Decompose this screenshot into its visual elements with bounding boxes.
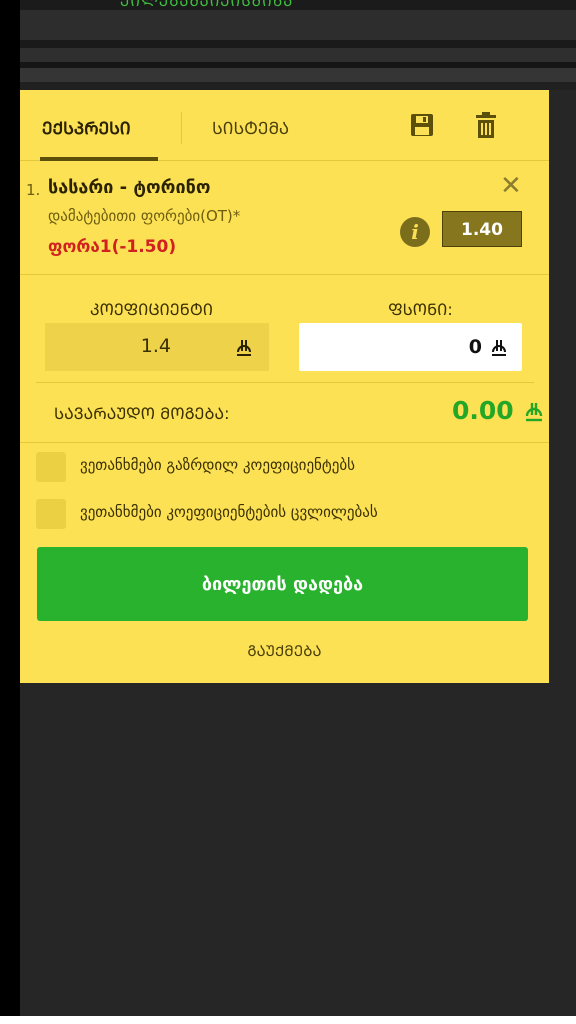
- bottom-edge-strip: [0, 1016, 576, 1024]
- cancel-button[interactable]: ᲒᲐᲣᲥᲛᲔᲑᲐ: [20, 641, 549, 661]
- info-icon[interactable]: i: [400, 217, 430, 247]
- coefficient-value: 1.4: [140, 335, 171, 357]
- possible-win-label: ᲡᲐᲕᲐᲠᲐᲣᲓᲝ ᲛᲝᲒᲔᲑᲐ:: [54, 404, 230, 423]
- stake-label: ᲤᲡᲝᲜᲘ:: [388, 300, 453, 319]
- tab-separator: [181, 112, 182, 144]
- divider: [20, 442, 549, 443]
- accept-odds-change-checkbox[interactable]: [36, 499, 66, 529]
- close-icon[interactable]: ✕: [500, 173, 522, 199]
- bet-selection: 1. სასარი - ტორინო ✕ დამატებითი ფორები(O…: [20, 161, 549, 275]
- coefficient-label: ᲙᲝᲔᲤᲘᲪᲘᲔᲜᲢᲘ: [90, 300, 213, 319]
- stake-field[interactable]: [299, 323, 522, 371]
- trash-icon[interactable]: [472, 110, 502, 142]
- option-label: ვეთანხმები გაზრდილ კოეფიციენტებს: [80, 456, 355, 474]
- selected-pick: ფორა1(-1.50): [48, 237, 177, 257]
- tab-system[interactable]: ᲡᲘᲡᲢᲔᲛᲐ: [212, 116, 289, 139]
- tab-express[interactable]: ᲔᲥᲡᲞᲠᲔᲡᲘ: [40, 116, 158, 161]
- match-title: სასარი - ტორინო: [48, 177, 211, 198]
- left-edge-strip: [0, 0, 20, 1024]
- betslip-panel: ᲔᲥᲡᲞᲠᲔᲡᲘ ᲡᲘᲡᲢᲔᲛᲐ 1. სასარი - ტორინო ✕ და…: [20, 90, 549, 683]
- stake-input[interactable]: [299, 323, 482, 371]
- possible-win-value: 0.00: [452, 396, 514, 425]
- market-name: დამატებითი ფორები(OT)*: [48, 207, 241, 225]
- odds-badge: 1.40: [442, 211, 522, 247]
- divider: [36, 382, 534, 383]
- bet-index: 1.: [26, 181, 41, 199]
- coefficient-display: 1.4: [45, 323, 269, 371]
- lari-icon: [235, 337, 253, 357]
- accept-increased-odds-checkbox[interactable]: [36, 452, 66, 482]
- lari-icon: [490, 337, 508, 357]
- lari-icon: [524, 400, 544, 422]
- betslip-tabs: ᲔᲥᲡᲞᲠᲔᲡᲘ ᲡᲘᲡᲢᲔᲛᲐ: [20, 90, 549, 161]
- option-label: ვეთანხმები კოეფიციენტების ცვლილებას: [80, 503, 378, 521]
- save-icon[interactable]: [408, 110, 438, 142]
- place-bet-button[interactable]: ბილეთის დადება: [37, 547, 528, 621]
- header-partial-text: ᲔᲘᲚᲔᲒᲐᲛᲐᲘᲔᲘᲡᲛᲘᲜᲐ: [120, 0, 294, 10]
- background-app-header: ᲔᲘᲚᲔᲒᲐᲛᲐᲘᲔᲘᲡᲛᲘᲜᲐ: [20, 0, 576, 90]
